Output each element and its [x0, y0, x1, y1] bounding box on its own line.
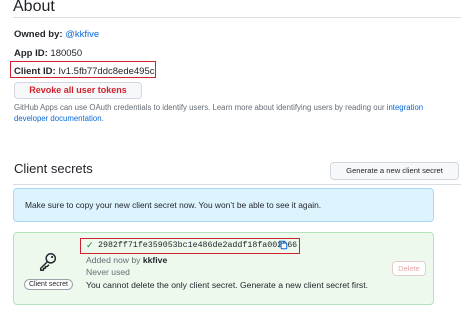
- owned-by-label: Owned by:: [14, 29, 63, 40]
- client-id-label: Client ID:: [14, 66, 56, 77]
- secret-value: 2982ff71fe359053bc1e486de2addf18fa002066: [98, 241, 298, 250]
- key-icon: [39, 253, 57, 271]
- owned-by-row: Owned by: @kkfive: [14, 29, 99, 40]
- owner-link[interactable]: @kkfive: [65, 29, 99, 40]
- delete-note: You cannot delete the only client secret…: [86, 280, 369, 290]
- help-text: GitHub Apps can use OAuth credentials to…: [14, 103, 387, 112]
- divider: [13, 17, 461, 18]
- client-id-row: Client ID: Iv1.5fb77ddc8ede495c: [14, 66, 154, 77]
- added-by: Added now by kkfive: [86, 255, 167, 265]
- copy-warning-flash: Make sure to copy your new client secret…: [13, 188, 434, 222]
- app-id-row: App ID: 180050: [14, 48, 82, 59]
- help-text-end: .: [101, 114, 104, 123]
- added-by-prefix: Added now by: [86, 255, 141, 265]
- flash-message: Make sure to copy your new client secret…: [25, 200, 322, 210]
- revoke-tokens-button[interactable]: Revoke all user tokens: [14, 82, 142, 99]
- client-id-value: Iv1.5fb77ddc8ede495c: [58, 66, 155, 77]
- check-icon: ✓: [86, 240, 94, 250]
- generate-secret-button[interactable]: Generate a new client secret: [330, 162, 459, 180]
- client-secret-label: Client secret: [24, 279, 73, 290]
- copy-icon[interactable]: [278, 240, 288, 250]
- usage-status: Never used: [86, 267, 130, 277]
- secret-key-badge: Client secret: [24, 251, 73, 291]
- app-id-value: 180050: [50, 48, 83, 59]
- oauth-help-text: GitHub Apps can use OAuth credentials to…: [14, 102, 454, 124]
- app-id-label: App ID:: [14, 48, 48, 59]
- divider: [13, 184, 461, 185]
- delete-secret-button[interactable]: Delete: [392, 261, 426, 276]
- client-secrets-heading: Client secrets: [14, 161, 93, 176]
- added-by-user: kkfive: [142, 255, 168, 265]
- client-secret-card: Client secret ✓ 2982ff71fe359053bc1e486d…: [13, 232, 434, 305]
- about-heading: About: [13, 0, 55, 15]
